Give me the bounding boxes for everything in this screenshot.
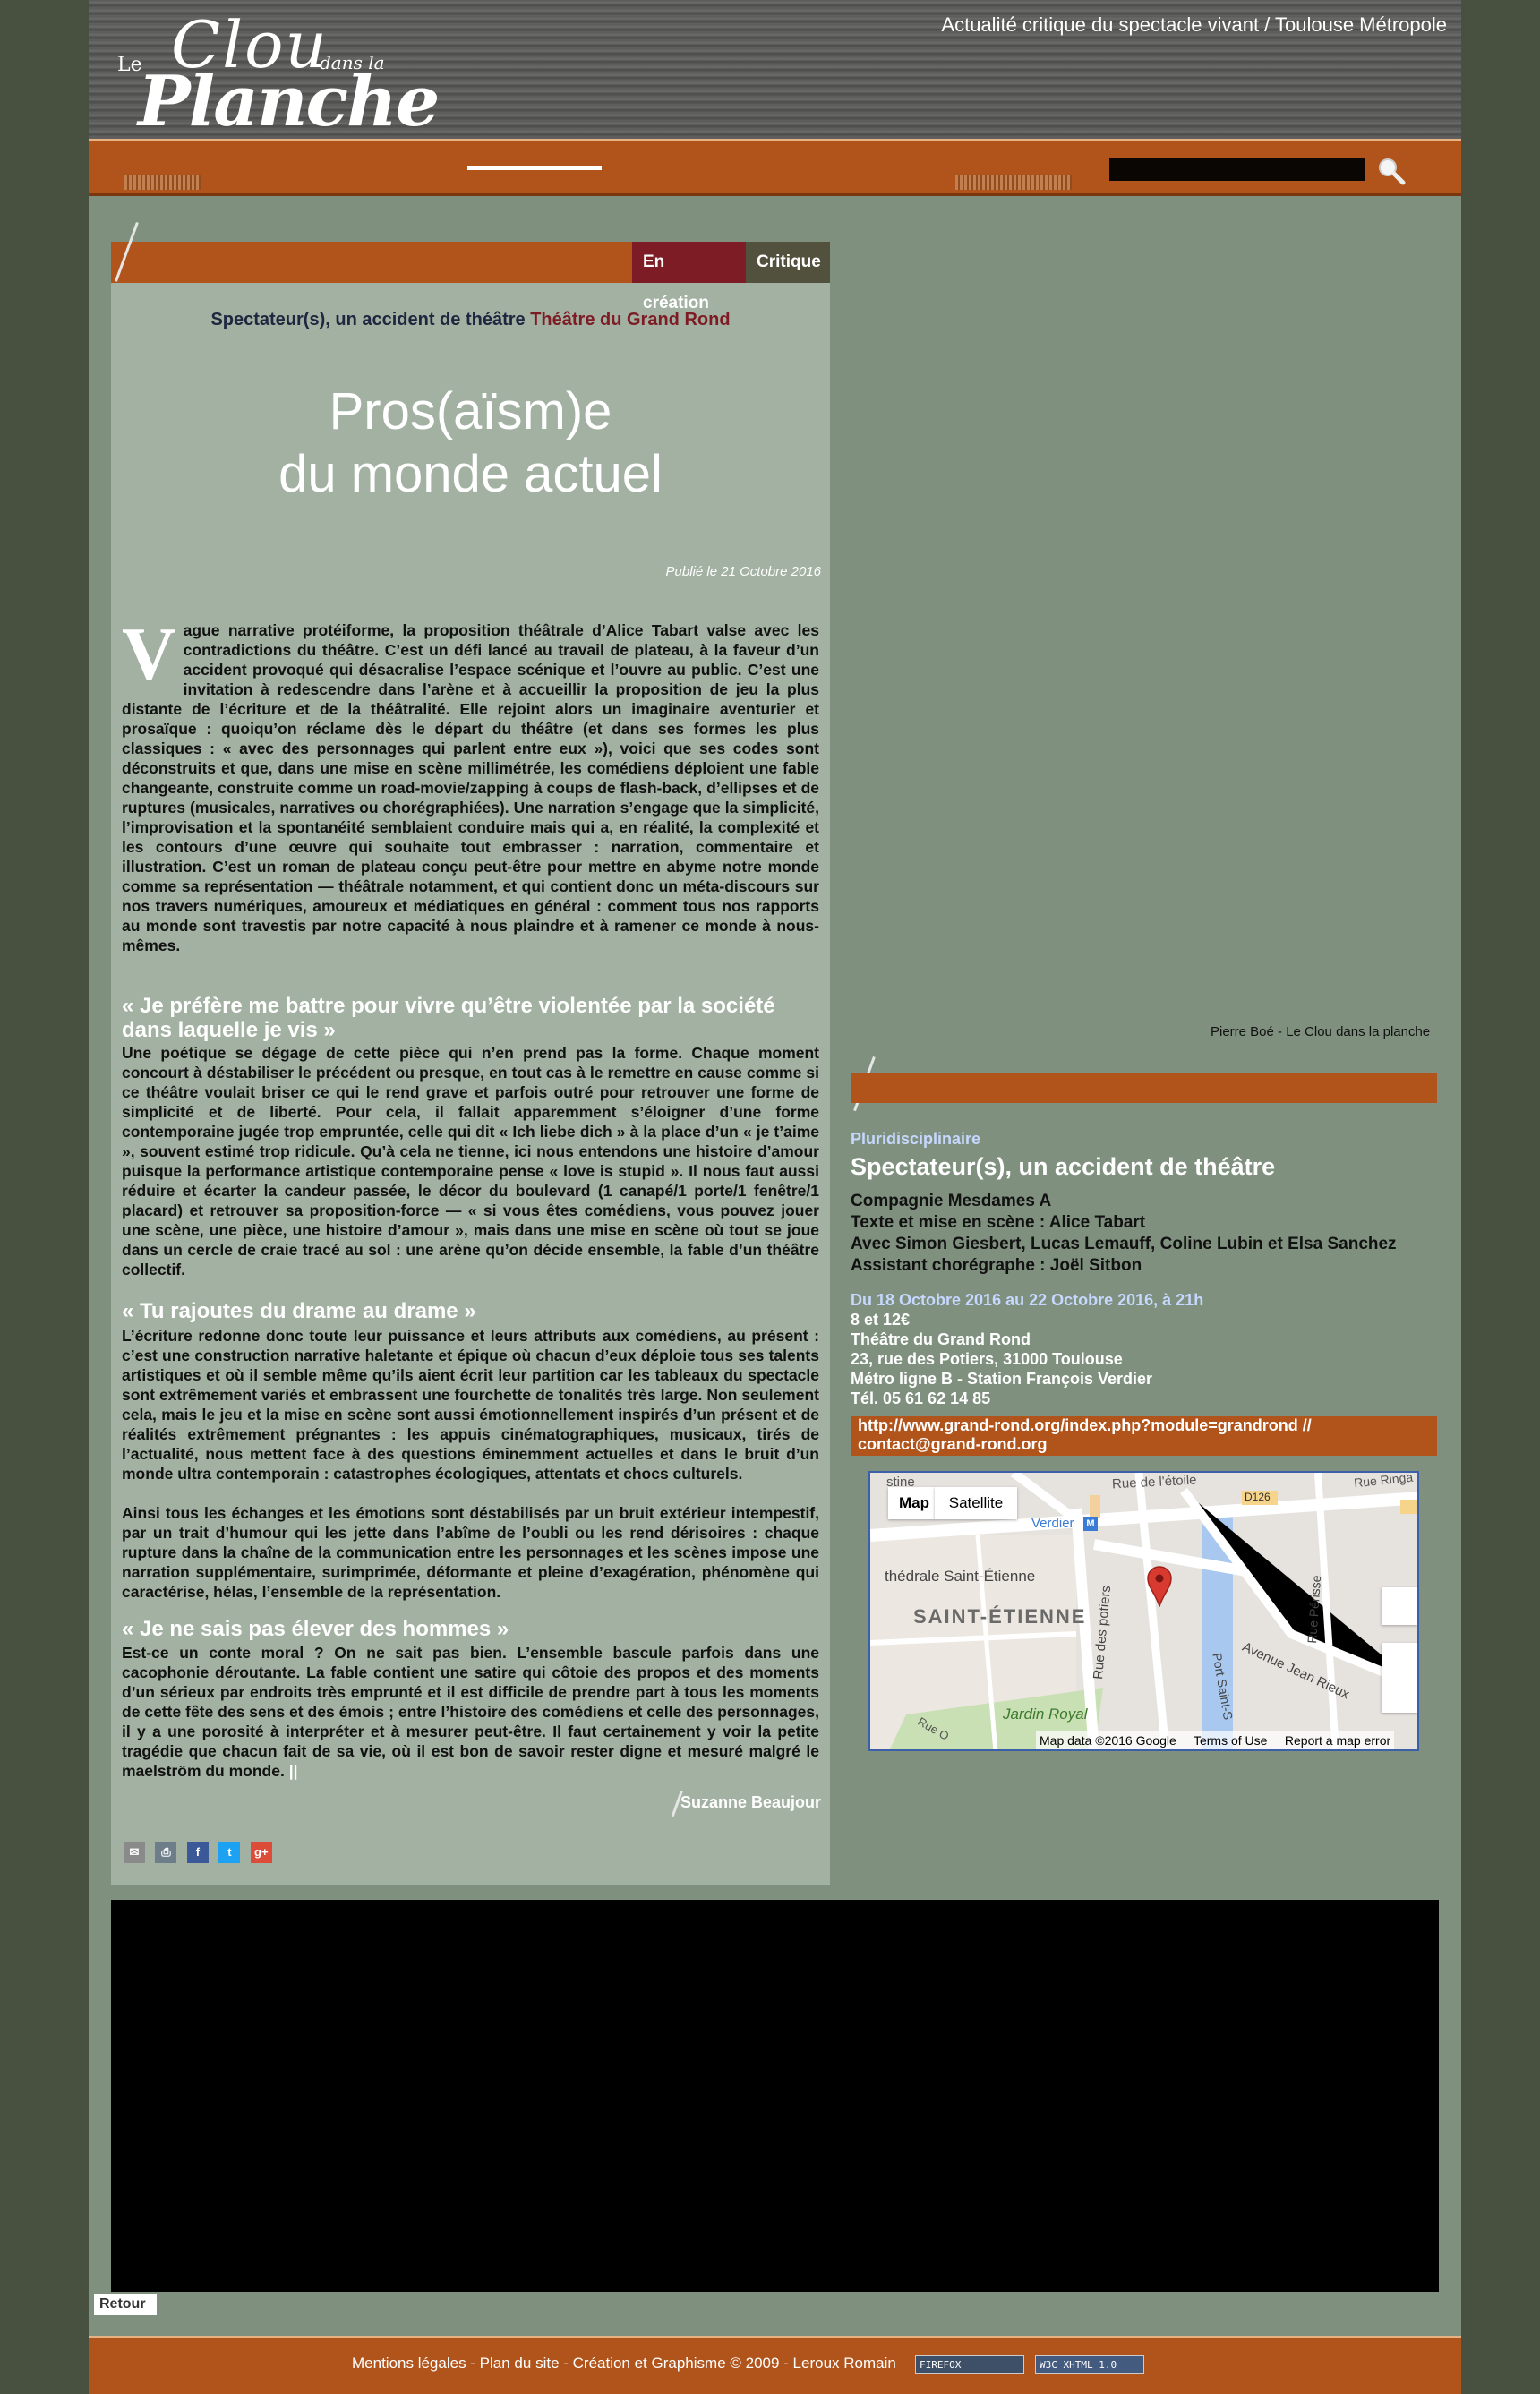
article-paragraph: Vague narrative protéiforme, la proposit… (122, 612, 819, 955)
title-line-1: Pros(aïsm)e (329, 382, 612, 440)
company: Compagnie Mesdames A (851, 1192, 1052, 1210)
article-paragraph: Ainsi tous les échanges et les émotions … (122, 1504, 819, 1601)
footer-links[interactable]: Mentions légales - Plan du site - Créati… (352, 2355, 896, 2373)
article-paragraph: L’écriture redonne donc toute leur puiss… (122, 1327, 819, 1483)
show-credits: Compagnie Mesdames A Texte et mise en sc… (851, 1191, 1397, 1277)
google-map[interactable]: stine Rue de l'étoile D126 Rue Ringa Ver… (868, 1471, 1419, 1751)
xhtml-badge[interactable]: W3C XHTML 1.0 (1035, 2355, 1144, 2374)
show-category: Pluridisciplinaire (851, 1130, 981, 1148)
video-embed[interactable] (111, 1900, 1439, 2292)
article-panel: En création Critique Spectateur(s), un a… (111, 222, 830, 1885)
map-fullscreen-button[interactable] (1382, 1587, 1417, 1625)
article-title: Pros(aïsm)e du monde actuel (111, 380, 830, 506)
info-bar (851, 1073, 1437, 1103)
site-tagline: Actualité critique du spectacle vivant /… (941, 13, 1447, 36)
map-attribution: Map data ©2016 Google Terms of Use Repor… (1036, 1731, 1395, 1749)
site-logo[interactable]: Le Clou dans la Planche (116, 7, 440, 142)
nav-decoration (955, 175, 1072, 190)
paragraph-text: Est-ce un conte moral ? On ne sait pas b… (122, 1644, 819, 1780)
twitter-icon[interactable]: t (218, 1842, 241, 1863)
map-label: Verdier (1031, 1516, 1074, 1531)
venue-website-link[interactable]: http://www.grand-rond.org/index.php?modu… (858, 1416, 1312, 1453)
map-data-text: Map data ©2016 Google (1040, 1733, 1176, 1748)
map-report-link[interactable]: Report a map error (1285, 1733, 1390, 1748)
article-tab-bar: En création Critique (111, 242, 830, 312)
text-direction: Texte et mise en scène : Alice Tabart (851, 1213, 1146, 1232)
map-terms-link[interactable]: Terms of Use (1194, 1733, 1267, 1748)
facebook-icon[interactable]: f (186, 1842, 209, 1863)
nav-bar (89, 139, 1461, 196)
drop-cap: V (122, 612, 176, 696)
section-heading: « Tu rajoutes du drame au drame » (122, 1299, 476, 1323)
map-label: Jardin Royal (1003, 1706, 1088, 1723)
photo-credit: Pierre Boé - Le Clou dans la planche (1211, 1024, 1431, 1039)
paragraph-text: ague narrative protéiforme, la propositi… (122, 621, 819, 954)
page: Le Clou dans la Planche Actualité critiq… (89, 0, 1461, 2394)
publish-date: Publié le 21 Octobre 2016 (665, 564, 821, 579)
title-line-2: du monde actuel (278, 445, 663, 503)
show-title: Spectateur(s), un accident de théâtre (851, 1153, 1276, 1180)
article-paragraph: Est-ce un conte moral ? On ne sait pas b… (122, 1643, 819, 1781)
venue-link-bar: http://www.grand-rond.org/index.php?modu… (851, 1416, 1437, 1456)
show-price: 8 et 12€ (851, 1311, 911, 1329)
google-plus-icon[interactable]: g+ (250, 1842, 272, 1863)
map-label: thédrale Saint-Étienne (885, 1568, 1036, 1585)
email-icon[interactable]: ✉ (124, 1842, 145, 1863)
section-heading: « Je ne sais pas élever des hommes » (122, 1617, 509, 1641)
choreographer: Assistant chorégraphe : Joël Sitbon (851, 1256, 1142, 1275)
map-label: D126 (1245, 1491, 1270, 1503)
nav-decoration (124, 175, 201, 190)
article-paragraph: Une poétique se dégage de cette pièce qu… (122, 1044, 819, 1278)
venue-link[interactable]: Théâtre du Grand Rond (530, 310, 730, 329)
venue-address: 23, rue des Potiers, 31000 Toulouse (851, 1350, 1123, 1368)
section-heading: « Je préfère me battre pour vivre qu’êtr… (122, 994, 775, 1042)
tab-en-creation[interactable]: En création (632, 242, 746, 312)
map-label: SAINT-ÉTIENNE (913, 1605, 1087, 1628)
show-name[interactable]: Spectateur(s), un accident de théâtre (210, 310, 525, 329)
nav-menu-handle[interactable] (467, 166, 602, 170)
firefox-badge[interactable]: FIREFOX (915, 2355, 1024, 2374)
site-footer: Mentions légales - Plan du site - Créati… (89, 2336, 1461, 2394)
logo-planche: Planche (138, 61, 440, 142)
tab-critique[interactable]: Critique (746, 242, 830, 283)
map-type-satellite-button[interactable]: Satellite (935, 1487, 1017, 1519)
site-header: Le Clou dans la Planche Actualité critiq… (89, 0, 1461, 142)
venue-metro: Métro ligne B - Station François Verdier (851, 1370, 1153, 1388)
show-dates: Du 18 Octobre 2016 au 22 Octobre 2016, à… (851, 1291, 1204, 1309)
map-type-map-button[interactable]: Map (888, 1487, 935, 1519)
venue-phone: Tél. 05 61 62 14 85 (851, 1389, 991, 1407)
cast: Avec Simon Giesbert, Lucas Lemauff, Coli… (851, 1235, 1397, 1253)
show-heading: Spectateur(s), un accident de théâtre Th… (111, 310, 830, 330)
share-bar: ✉ ⎙ f t g+ (124, 1842, 278, 1863)
search-input[interactable] (1109, 158, 1365, 181)
back-button[interactable]: Retour (94, 2294, 157, 2315)
article-author[interactable]: Suzanne Beaujour (680, 1793, 821, 1812)
print-icon[interactable]: ⎙ (155, 1842, 177, 1863)
map-pin-icon[interactable] (1146, 1566, 1173, 1607)
end-mark: || (288, 1762, 298, 1780)
show-venue: Théâtre du Grand Rond (851, 1330, 1031, 1348)
search-icon[interactable] (1376, 156, 1407, 186)
metro-icon: M (1083, 1517, 1098, 1531)
show-practical-info: Du 18 Octobre 2016 au 22 Octobre 2016, à… (851, 1290, 1203, 1408)
map-zoom-control[interactable] (1382, 1643, 1417, 1713)
